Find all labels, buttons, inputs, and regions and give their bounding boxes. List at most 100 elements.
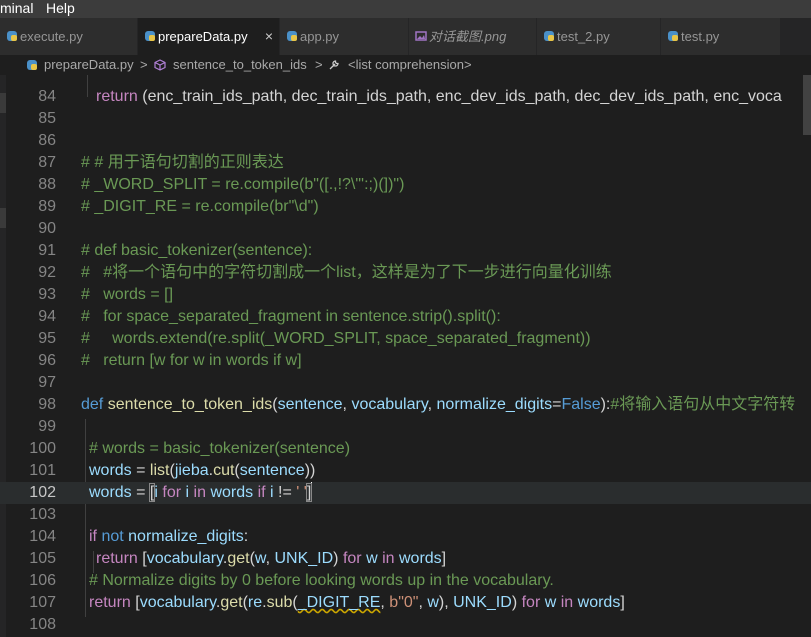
- python-icon: [544, 31, 554, 41]
- line-number: 84: [38, 88, 56, 105]
- python-icon: [668, 31, 678, 41]
- breadcrumb: prepareData.py > sentence_to_token_ids >…: [0, 55, 811, 75]
- tab-label: 对话截图.png: [429, 29, 507, 44]
- tab-label: prepareData.py: [158, 29, 248, 44]
- code-line: 99: [0, 416, 811, 438]
- line-number: 86: [38, 132, 56, 149]
- line-number: 104: [29, 528, 56, 545]
- menu-terminal[interactable]: minal: [0, 0, 33, 16]
- breadcrumb-file[interactable]: prepareData.py: [44, 55, 134, 75]
- code-line: 96 # return [w for w in words if w]: [0, 350, 811, 372]
- tab-label: execute.py: [20, 29, 83, 44]
- breadcrumb-symbol[interactable]: sentence_to_token_ids: [173, 55, 307, 75]
- tab-bar: execute.py prepareData.py × app.py 对话截图.…: [0, 18, 811, 55]
- code-line: 97: [0, 372, 811, 394]
- code-text: if not normalize_digits:: [89, 528, 249, 545]
- code-editor[interactable]: 84 return (enc_train_ids_path, dec_train…: [0, 75, 811, 637]
- tab-app[interactable]: app.py: [280, 18, 409, 55]
- code-line: 93 # words = []: [0, 284, 811, 306]
- line-number: 89: [38, 198, 56, 215]
- line-number: 102: [29, 484, 56, 501]
- code-line: 107 return [vocabulary.get(re.sub(_DIGIT…: [0, 592, 811, 614]
- code-line: 95 # words.extend(re.split(_WORD_SPLIT, …: [0, 328, 811, 350]
- code-text: words = list(jieba.cut(sentence)): [89, 462, 316, 479]
- line-number: 90: [38, 220, 56, 237]
- line-number: 91: [38, 242, 56, 259]
- breadcrumb-separator: >: [140, 57, 148, 72]
- code-text: def sentence_to_token_ids(sentence, voca…: [81, 396, 796, 413]
- line-number: 88: [38, 176, 56, 193]
- python-icon: [27, 60, 37, 70]
- python-icon: [287, 31, 297, 41]
- code-line: 104 if not normalize_digits:: [0, 526, 811, 548]
- code-text: # words = []: [81, 286, 174, 303]
- wrench-icon: [329, 60, 339, 70]
- breadcrumb-context[interactable]: <list comprehension>: [348, 55, 472, 75]
- code-line: 88 # _WORD_SPLIT = re.compile(b"([.,!?\"…: [0, 174, 811, 196]
- line-number: 107: [29, 594, 56, 611]
- tab-execute[interactable]: execute.py: [0, 18, 138, 55]
- line-number: 99: [38, 418, 56, 435]
- code-text: return (enc_train_ids_path, dec_train_id…: [96, 88, 782, 105]
- code-text: # _WORD_SPLIT = re.compile(b"([.,!?\"':;…: [81, 176, 405, 193]
- code-text: # words.extend(re.split(_WORD_SPLIT, spa…: [81, 330, 591, 347]
- menu-help[interactable]: Help: [46, 0, 75, 16]
- tab-label: test.py: [681, 29, 720, 44]
- line-number: 92: [38, 264, 56, 281]
- line-number: 87: [38, 154, 56, 171]
- line-number: 96: [38, 352, 56, 369]
- close-icon[interactable]: ×: [265, 18, 273, 55]
- menu-bar: minal Help: [0, 0, 811, 18]
- tab-test-2[interactable]: test_2.py: [537, 18, 661, 55]
- tab-screenshot-png[interactable]: 对话截图.png: [409, 18, 537, 55]
- tab-preparedata[interactable]: prepareData.py ×: [138, 18, 280, 55]
- image-file-icon: [415, 31, 427, 41]
- line-number: 106: [29, 572, 56, 589]
- tab-label: test_2.py: [557, 29, 610, 44]
- line-number: 98: [38, 396, 56, 413]
- code-line-current: 102 words = [i for i in words if i != ' …: [0, 482, 811, 504]
- code-line: 89 # _DIGIT_RE = re.compile(br"\d"): [0, 196, 811, 218]
- code-text: return [vocabulary.get(w, UNK_ID) for w …: [96, 550, 447, 567]
- code-line: 91 # def basic_tokenizer(sentence):: [0, 240, 811, 262]
- text-cursor: [311, 482, 313, 500]
- vertical-scrollbar[interactable]: [803, 75, 811, 135]
- code-line: 85: [0, 108, 811, 130]
- code-line: 101 words = list(jieba.cut(sentence)): [0, 460, 811, 482]
- code-line: 90: [0, 218, 811, 240]
- line-number: 103: [29, 506, 56, 523]
- line-number: 94: [38, 308, 56, 325]
- line-number: 85: [38, 110, 56, 127]
- python-icon: [7, 31, 17, 41]
- line-number: 108: [29, 616, 56, 633]
- code-line: 84 return (enc_train_ids_path, dec_train…: [0, 86, 811, 108]
- code-line: 92 # #将一个语句中的字符切割成一个list，这样是为了下一步进行向量化训练: [0, 262, 811, 284]
- line-number: 101: [29, 462, 56, 479]
- code-line: 94 # for space_separated_fragment in sen…: [0, 306, 811, 328]
- code-text: # return [w for w in words if w]: [81, 352, 302, 369]
- cube-icon: [154, 59, 166, 71]
- code-text: # Normalize digits by 0 before looking w…: [89, 572, 554, 589]
- breadcrumb-separator: >: [315, 57, 323, 72]
- code-line: 87 # # 用于语句切割的正则表达: [0, 152, 811, 174]
- code-text: # _DIGIT_RE = re.compile(br"\d"): [81, 198, 319, 215]
- line-number: 97: [38, 374, 56, 391]
- code-line: 86: [0, 130, 811, 152]
- code-text: # # 用于语句切割的正则表达: [81, 154, 284, 171]
- code-text: # #将一个语句中的字符切割成一个list，这样是为了下一步进行向量化训练: [81, 264, 612, 281]
- code-line: 108: [0, 614, 811, 636]
- line-number: 93: [38, 286, 56, 303]
- code-text: # def basic_tokenizer(sentence):: [81, 242, 313, 259]
- line-number: 95: [38, 330, 56, 347]
- code-text: return [vocabulary.get(re.sub(_DIGIT_RE,…: [89, 594, 625, 611]
- tab-test[interactable]: test.py: [661, 18, 781, 55]
- code-text: words = [i for i in words if i != ' ']: [89, 482, 313, 502]
- code-line: 100 # words = basic_tokenizer(sentence): [0, 438, 811, 460]
- code-text: # for space_separated_fragment in senten…: [81, 308, 501, 325]
- python-icon: [145, 31, 155, 41]
- code-line: 98 def sentence_to_token_ids(sentence, v…: [0, 394, 811, 416]
- code-line: 106 # Normalize digits by 0 before looki…: [0, 570, 811, 592]
- line-number: 105: [29, 550, 56, 567]
- code-line: 103: [0, 504, 811, 526]
- line-number: 100: [29, 440, 56, 457]
